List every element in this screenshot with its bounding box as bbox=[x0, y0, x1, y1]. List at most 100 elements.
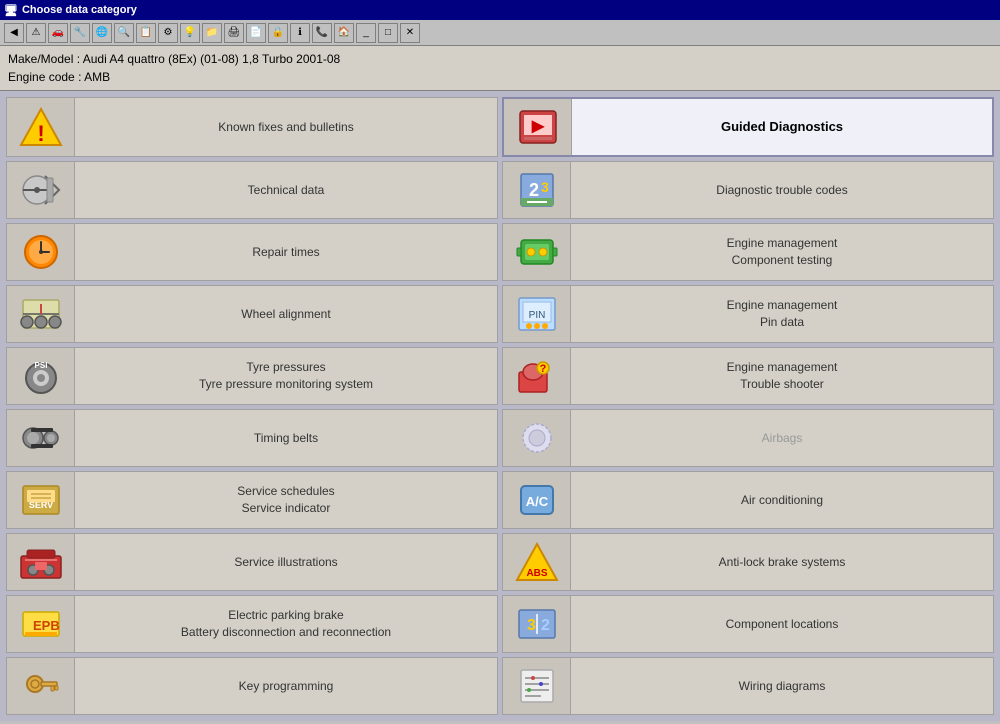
engine-label: Engine code bbox=[8, 70, 75, 84]
svg-text:!: ! bbox=[37, 121, 44, 146]
wiring-diagrams-label: Wiring diagrams bbox=[571, 674, 993, 699]
engine-trouble-label: Engine managementTrouble shooter bbox=[571, 355, 993, 397]
technical-data-item[interactable]: Technical data bbox=[6, 161, 498, 219]
engine-trouble-item[interactable]: ? Engine managementTrouble shooter bbox=[502, 347, 994, 405]
component-locations-icon: 3 2 bbox=[503, 596, 571, 652]
engine-row: Engine code : AMB bbox=[8, 68, 992, 86]
wheel-alignment-item[interactable]: Wheel alignment bbox=[6, 285, 498, 343]
back-button[interactable]: ◀ bbox=[4, 23, 24, 43]
timing-belts-label: Timing belts bbox=[75, 426, 497, 451]
toolbar-btn-7[interactable]: ⚙ bbox=[158, 23, 178, 43]
air-conditioning-icon: A/C bbox=[503, 472, 571, 528]
toolbar-btn-6[interactable]: 📋 bbox=[136, 23, 156, 43]
service-schedules-item[interactable]: SERV Service schedulesService indicator bbox=[6, 471, 498, 529]
make-model-value: : Audi A4 quattro (8Ex) (01-08) 1,8 Turb… bbox=[77, 52, 341, 66]
technical-data-label: Technical data bbox=[75, 178, 497, 203]
abs-label: Anti-lock brake systems bbox=[571, 550, 993, 575]
toolbar-btn-13[interactable]: ℹ bbox=[290, 23, 310, 43]
engine-component-item[interactable]: Engine managementComponent testing bbox=[502, 223, 994, 281]
toolbar-btn-10[interactable]: 🖨 bbox=[224, 23, 244, 43]
engine-component-icon bbox=[503, 224, 571, 280]
category-grid: ! Known fixes and bulletins ▶ Guided Dia… bbox=[0, 91, 1000, 721]
engine-trouble-icon: ? bbox=[503, 348, 571, 404]
make-model-label: Make/Model bbox=[8, 52, 73, 66]
timing-belts-item[interactable]: Timing belts bbox=[6, 409, 498, 467]
guided-diagnostics-item[interactable]: ▶ Guided Diagnostics bbox=[502, 97, 994, 157]
airbags-icon bbox=[503, 410, 571, 466]
close-button[interactable]: ✕ bbox=[400, 23, 420, 43]
toolbar-btn-4[interactable]: 🌐 bbox=[92, 23, 112, 43]
tyre-pressures-item[interactable]: PSI Tyre pressuresTyre pressure monitori… bbox=[6, 347, 498, 405]
electric-parking-item[interactable]: EPB Electric parking brakeBattery discon… bbox=[6, 595, 498, 653]
abs-icon: ABS bbox=[503, 534, 571, 590]
svg-text:2: 2 bbox=[541, 617, 550, 634]
toolbar-btn-9[interactable]: 📁 bbox=[202, 23, 222, 43]
toolbar-btn-3[interactable]: 🔧 bbox=[70, 23, 90, 43]
technical-data-icon bbox=[7, 162, 75, 218]
key-programming-icon bbox=[7, 658, 75, 714]
wiring-diagrams-icon bbox=[503, 658, 571, 714]
engine-value: : AMB bbox=[78, 70, 110, 84]
app-icon: 🖥 bbox=[4, 4, 18, 17]
toolbar-btn-2[interactable]: 🚗 bbox=[48, 23, 68, 43]
toolbar-btn-15[interactable]: 🏠 bbox=[334, 23, 354, 43]
guided-diagnostics-icon: ▶ bbox=[504, 99, 572, 155]
tyre-pressures-label: Tyre pressuresTyre pressure monitoring s… bbox=[75, 355, 497, 397]
service-illustrations-label: Service illustrations bbox=[75, 550, 497, 575]
known-fixes-icon: ! bbox=[7, 98, 75, 156]
toolbar-btn-8[interactable]: 💡 bbox=[180, 23, 200, 43]
airbags-label: Airbags bbox=[571, 426, 993, 451]
svg-text:PSI: PSI bbox=[34, 361, 47, 370]
abs-item[interactable]: ABS Anti-lock brake systems bbox=[502, 533, 994, 591]
diagnostic-trouble-item[interactable]: 2 3 Diagnostic trouble codes bbox=[502, 161, 994, 219]
svg-text:3: 3 bbox=[541, 179, 549, 195]
engine-pin-item[interactable]: PIN Engine managementPin data bbox=[502, 285, 994, 343]
air-conditioning-label: Air conditioning bbox=[571, 488, 993, 513]
svg-text:▶: ▶ bbox=[530, 118, 544, 135]
key-programming-item[interactable]: Key programming bbox=[6, 657, 498, 715]
svg-text:3: 3 bbox=[527, 617, 536, 634]
diagnostic-trouble-icon: 2 3 bbox=[503, 162, 571, 218]
guided-diagnostics-label: Guided Diagnostics bbox=[572, 114, 992, 140]
electric-parking-label: Electric parking brakeBattery disconnect… bbox=[75, 603, 497, 645]
wiring-diagrams-item[interactable]: Wiring diagrams bbox=[502, 657, 994, 715]
svg-text:2: 2 bbox=[529, 180, 539, 200]
airbags-item[interactable]: Airbags bbox=[502, 409, 994, 467]
service-illustrations-item[interactable]: Service illustrations bbox=[6, 533, 498, 591]
electric-parking-icon: EPB bbox=[7, 596, 75, 652]
tyre-pressures-icon: PSI bbox=[7, 348, 75, 404]
svg-text:ABS: ABS bbox=[526, 568, 547, 579]
timing-belts-icon bbox=[7, 410, 75, 466]
svg-text:?: ? bbox=[539, 363, 546, 375]
known-fixes-item[interactable]: ! Known fixes and bulletins bbox=[6, 97, 498, 157]
svg-text:A/C: A/C bbox=[525, 494, 548, 509]
toolbar-btn-14[interactable]: 📞 bbox=[312, 23, 332, 43]
toolbar-btn-12[interactable]: 🔒 bbox=[268, 23, 288, 43]
air-conditioning-item[interactable]: A/C Air conditioning bbox=[502, 471, 994, 529]
engine-pin-icon: PIN bbox=[503, 286, 571, 342]
component-locations-label: Component locations bbox=[571, 612, 993, 637]
vehicle-info: Make/Model : Audi A4 quattro (8Ex) (01-0… bbox=[0, 46, 1000, 91]
make-model-row: Make/Model : Audi A4 quattro (8Ex) (01-0… bbox=[8, 50, 992, 68]
service-schedules-label: Service schedulesService indicator bbox=[75, 479, 497, 521]
toolbar: ◀ ⚠ 🚗 🔧 🌐 🔍 📋 ⚙ 💡 📁 🖨 📄 🔒 ℹ 📞 🏠 _ □ ✕ bbox=[0, 20, 1000, 46]
repair-times-item[interactable]: Repair times bbox=[6, 223, 498, 281]
key-programming-label: Key programming bbox=[75, 674, 497, 699]
wheel-alignment-icon bbox=[7, 286, 75, 342]
known-fixes-label: Known fixes and bulletins bbox=[75, 115, 497, 140]
repair-times-icon bbox=[7, 224, 75, 280]
engine-pin-label: Engine managementPin data bbox=[571, 293, 993, 335]
maximize-button[interactable]: □ bbox=[378, 23, 398, 43]
repair-times-label: Repair times bbox=[75, 240, 497, 265]
title-bar-text: 🖥 Choose data category bbox=[4, 4, 137, 17]
toolbar-btn-1[interactable]: ⚠ bbox=[26, 23, 46, 43]
component-locations-item[interactable]: 3 2 Component locations bbox=[502, 595, 994, 653]
minimize-button[interactable]: _ bbox=[356, 23, 376, 43]
title-bar: 🖥 Choose data category bbox=[0, 0, 1000, 20]
engine-component-label: Engine managementComponent testing bbox=[571, 231, 993, 273]
service-schedules-icon: SERV bbox=[7, 472, 75, 528]
toolbar-btn-11[interactable]: 📄 bbox=[246, 23, 266, 43]
svg-text:EPB: EPB bbox=[33, 618, 60, 633]
toolbar-btn-5[interactable]: 🔍 bbox=[114, 23, 134, 43]
svg-text:PIN: PIN bbox=[528, 310, 545, 321]
